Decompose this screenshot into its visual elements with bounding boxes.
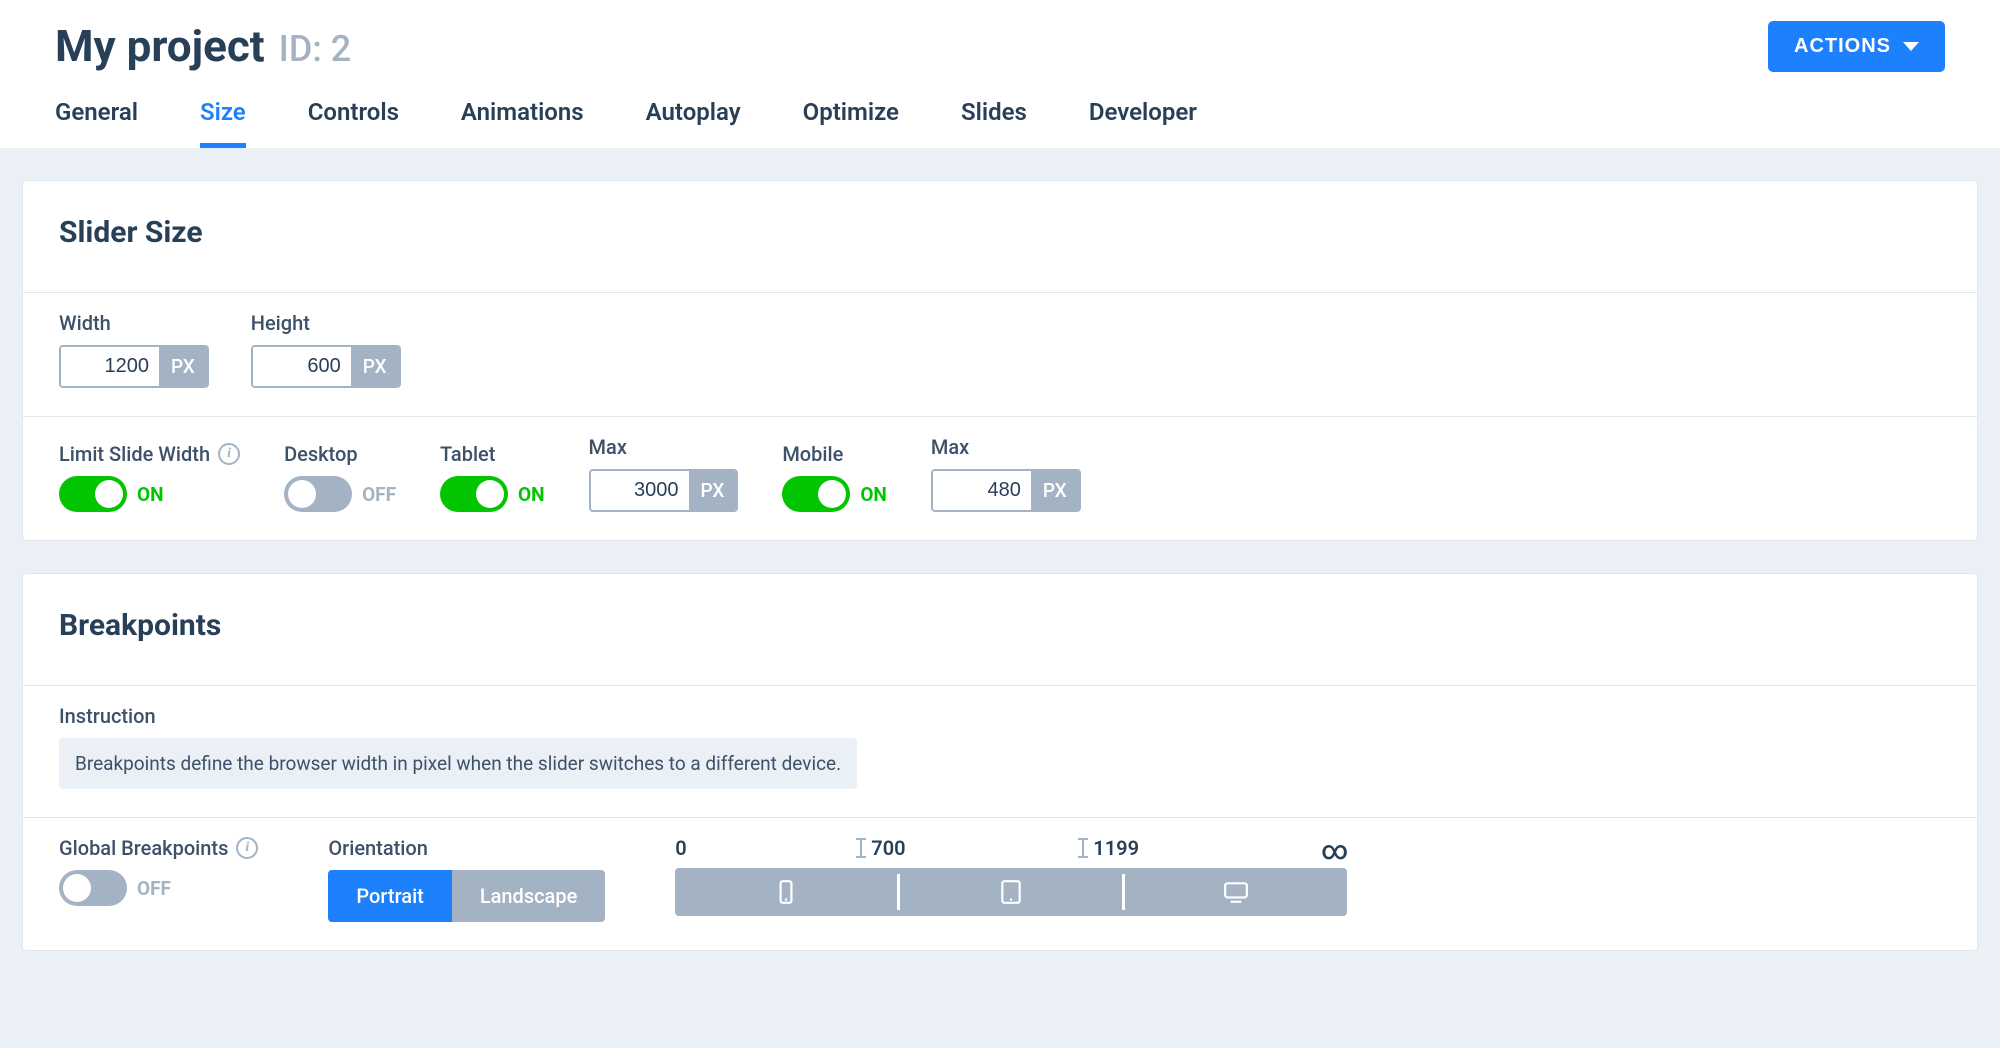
limit-slide-width-label: Limit Slide Width	[59, 442, 210, 466]
global-breakpoints-label: Global Breakpoints	[59, 836, 228, 860]
bp-start: 0	[675, 836, 686, 860]
limit-state: ON	[137, 483, 164, 506]
info-icon[interactable]: i	[236, 837, 258, 859]
bp-mid1[interactable]: 700	[871, 836, 905, 860]
orientation-label: Orientation	[328, 836, 605, 860]
tabs: General Size Controls Animations Autopla…	[55, 86, 1945, 148]
desktop-label: Desktop	[284, 442, 396, 466]
breakpoints-title: Breakpoints	[23, 574, 1977, 686]
tablet-max-input[interactable]	[591, 471, 689, 510]
project-id: ID: 2	[279, 28, 352, 70]
bp-end: ∞	[1321, 836, 1348, 866]
tablet-icon	[998, 879, 1024, 905]
bp-mid2[interactable]: 1199	[1093, 836, 1139, 860]
page-title: My project	[55, 20, 265, 72]
desktop-icon	[1223, 879, 1249, 905]
instruction-label: Instruction	[59, 704, 1941, 728]
tab-size[interactable]: Size	[200, 86, 246, 148]
mobile-label: Mobile	[782, 442, 887, 466]
orientation-landscape[interactable]: Landscape	[452, 870, 605, 922]
mobile-icon	[773, 879, 799, 905]
mobile-max-unit: PX	[1031, 471, 1079, 510]
breakpoints-bar[interactable]	[675, 868, 1347, 916]
tablet-max-unit: PX	[689, 471, 737, 510]
slider-size-title: Slider Size	[23, 181, 1977, 293]
text-cursor-icon	[855, 838, 867, 858]
tab-developer[interactable]: Developer	[1089, 86, 1197, 148]
header: My project ID: 2 ACTIONS General Size Co…	[0, 0, 2000, 148]
chevron-down-icon	[1903, 42, 1919, 51]
slider-size-panel: Slider Size Width PX Height PX	[22, 180, 1978, 541]
tablet-toggle[interactable]	[440, 476, 508, 512]
tab-animations[interactable]: Animations	[461, 86, 584, 148]
mobile-max-label: Max	[931, 435, 1081, 459]
height-input[interactable]	[253, 347, 351, 386]
tablet-state: ON	[518, 483, 545, 506]
tab-controls[interactable]: Controls	[308, 86, 399, 148]
width-input[interactable]	[61, 347, 159, 386]
tab-optimize[interactable]: Optimize	[803, 86, 899, 148]
desktop-toggle[interactable]	[284, 476, 352, 512]
tablet-max-label: Max	[589, 435, 739, 459]
desktop-state: OFF	[362, 483, 396, 506]
tab-general[interactable]: General	[55, 86, 138, 148]
width-label: Width	[59, 311, 209, 335]
width-unit: PX	[159, 347, 207, 386]
height-label: Height	[251, 311, 401, 335]
global-state: OFF	[137, 877, 171, 900]
instruction-text: Breakpoints define the browser width in …	[59, 738, 857, 789]
text-cursor-icon	[1077, 838, 1089, 858]
breakpoints-panel: Breakpoints Instruction Breakpoints defi…	[22, 573, 1978, 951]
tablet-label: Tablet	[440, 442, 545, 466]
global-breakpoints-toggle[interactable]	[59, 870, 127, 906]
info-icon[interactable]: i	[218, 443, 240, 465]
actions-label: ACTIONS	[1794, 35, 1891, 58]
actions-button[interactable]: ACTIONS	[1768, 21, 1945, 72]
limit-slide-width-toggle[interactable]	[59, 476, 127, 512]
orientation-portrait[interactable]: Portrait	[328, 870, 451, 922]
mobile-state: ON	[860, 483, 887, 506]
mobile-toggle[interactable]	[782, 476, 850, 512]
tab-autoplay[interactable]: Autoplay	[646, 86, 741, 148]
mobile-max-input[interactable]	[933, 471, 1031, 510]
tab-slides[interactable]: Slides	[961, 86, 1027, 148]
height-unit: PX	[351, 347, 399, 386]
